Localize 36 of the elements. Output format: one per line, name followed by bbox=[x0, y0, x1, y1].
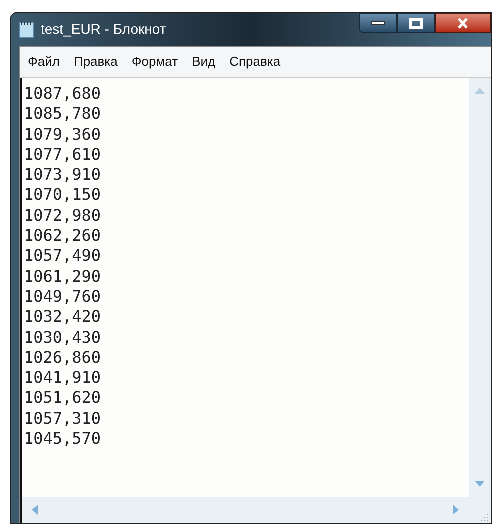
close-button[interactable] bbox=[435, 13, 491, 33]
text-line: 1032,420 bbox=[24, 307, 102, 328]
text-line: 1072,980 bbox=[24, 206, 102, 226]
maximize-button[interactable] bbox=[397, 13, 435, 33]
resize-grip-icon[interactable] bbox=[481, 513, 489, 521]
menu-item[interactable]: Формат bbox=[132, 52, 178, 72]
text-line: 1087,680 bbox=[24, 84, 102, 104]
close-icon bbox=[457, 18, 469, 28]
text-line: 1026,860 bbox=[24, 348, 102, 368]
horizontal-scrollbar[interactable] bbox=[20, 497, 469, 523]
text-line: 1077,610 bbox=[24, 144, 102, 166]
scroll-down-icon[interactable] bbox=[475, 481, 485, 487]
text-line: 1045,570 bbox=[24, 429, 102, 450]
text-line: 1079,360 bbox=[24, 124, 102, 145]
notepad-icon bbox=[19, 20, 35, 38]
text-line: 1057,310 bbox=[24, 408, 102, 430]
window-title: test_EUR - Блокнот bbox=[41, 20, 166, 39]
text-line: 1041,910 bbox=[24, 368, 102, 388]
scroll-left-icon[interactable] bbox=[32, 505, 38, 515]
text-line: 1070,150 bbox=[24, 185, 102, 206]
text-line: 1073,910 bbox=[24, 165, 102, 186]
menu-item[interactable]: Справка bbox=[230, 52, 281, 72]
text-line: 1057,490 bbox=[24, 246, 102, 267]
text-line: 1062,260 bbox=[24, 226, 102, 246]
text-line: 1051,620 bbox=[24, 388, 102, 409]
menu-item[interactable]: Файл bbox=[28, 52, 60, 72]
text-line: 1085,780 bbox=[24, 104, 102, 125]
menu-item[interactable]: Вид bbox=[192, 52, 216, 72]
scroll-right-icon[interactable] bbox=[453, 505, 459, 515]
vertical-scrollbar[interactable] bbox=[469, 78, 491, 497]
text-line: 1061,290 bbox=[24, 266, 102, 287]
text-line: 1049,760 bbox=[24, 286, 102, 308]
minimize-button[interactable] bbox=[359, 13, 397, 33]
menu-item[interactable]: Правка bbox=[74, 52, 118, 72]
scroll-up-icon[interactable] bbox=[475, 88, 485, 94]
text-line: 1030,430 bbox=[24, 328, 102, 348]
